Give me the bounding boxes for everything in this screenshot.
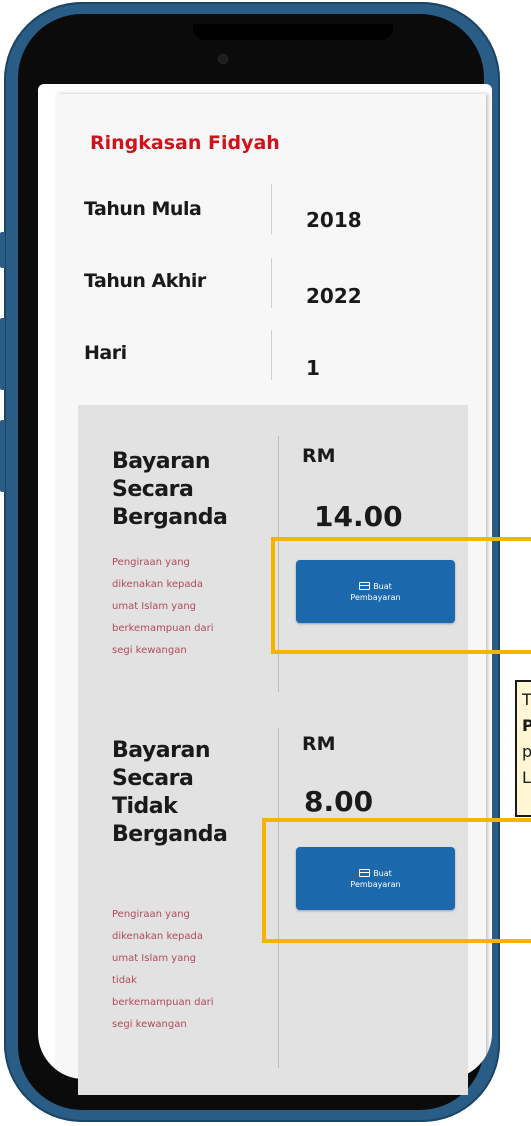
highlight-box [271,537,531,654]
title-line: Secara [112,477,194,502]
title-line: Berganda [112,822,228,847]
description-line: segi kewangan [112,645,187,656]
title-line: Bayaran [112,738,210,763]
payment-option-title: Bayaran Secara Tidak Berganda [112,737,262,849]
description-line: berkemampuan dari [112,997,214,1008]
annotation-callout: T P p L [515,680,531,817]
description-line: Pengiraan yang [112,909,190,920]
description-line: dikenakan kepada [112,931,203,942]
divider [271,184,272,234]
days-value: 1 [306,356,320,380]
start-year-label: Tahun Mula [84,198,202,220]
amount-value: 14.00 [314,500,403,533]
divider [271,258,272,308]
payment-option-description: Pengiraan yang dikenakan kepada umat Isl… [112,904,268,1036]
phone-side-button [0,232,5,268]
days-label: Hari [84,342,127,364]
callout-line: P [522,713,531,739]
summary-title: Ringkasan Fidyah [90,132,280,154]
title-line: Tidak [112,794,178,819]
description-line: umat Islam yang [112,601,197,612]
currency-label: RM [302,733,336,755]
amount-value: 8.00 [304,785,374,818]
phone-side-button [0,420,5,492]
description-line: segi kewangan [112,1019,187,1030]
description-line: dikenakan kepada [112,579,203,590]
phone-side-button [0,318,5,390]
description-line: umat Islam yang [112,953,197,964]
divider [271,330,272,380]
currency-label: RM [302,445,336,467]
end-year-value: 2022 [306,284,362,308]
end-year-label: Tahun Akhir [84,270,206,292]
callout-line: T [522,690,531,709]
payment-option-title: Bayaran Secara Berganda [112,448,262,532]
camera-icon [218,54,228,64]
title-line: Berganda [112,505,228,530]
description-line: berkemampuan dari [112,623,214,634]
description-line: tidak [112,975,137,986]
description-line: Pengiraan yang [112,557,190,568]
callout-line: L [522,768,531,787]
highlight-box [262,818,531,943]
title-line: Secara [112,766,194,791]
title-line: Bayaran [112,449,210,474]
start-year-value: 2018 [306,208,362,232]
phone-notch [193,24,393,40]
callout-line: p [522,739,531,765]
payment-option-description: Pengiraan yang dikenakan kepada umat Isl… [112,552,268,662]
